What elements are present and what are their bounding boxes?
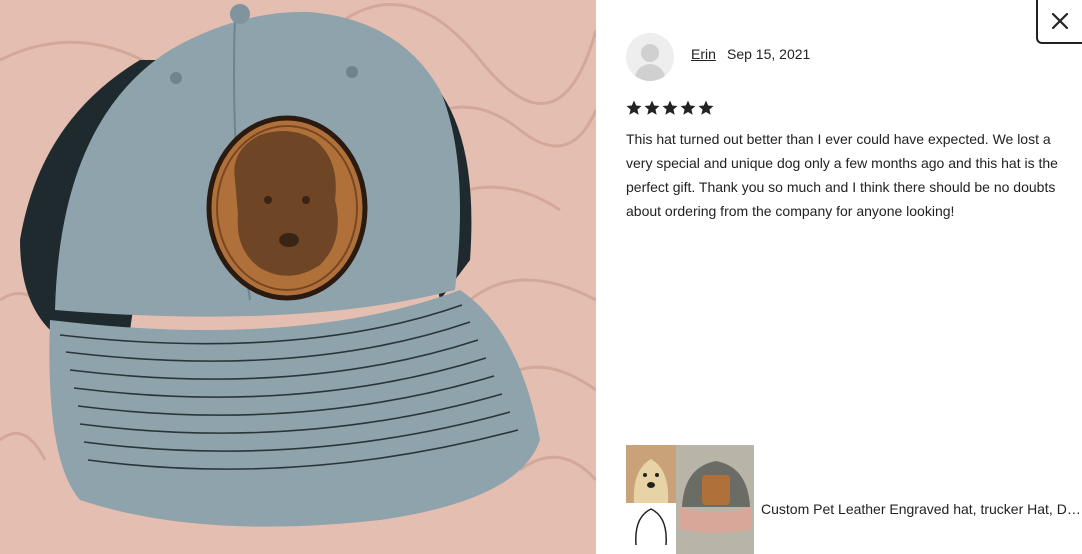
listing-link[interactable]: Custom Pet Leather Engraved hat, trucker… <box>626 445 1082 554</box>
review-text: This hat turned out better than I ever c… <box>626 131 1058 219</box>
hat-photo-illustration <box>0 0 596 554</box>
star-icon <box>644 100 660 115</box>
avatar-silhouette-icon <box>626 33 674 81</box>
star-icon <box>698 100 714 115</box>
star-icon <box>680 100 696 115</box>
star-icon <box>626 100 642 115</box>
listing-thumbnail-image <box>626 445 754 554</box>
review-date: Sep 15, 2021 <box>727 46 811 62</box>
star-icon <box>662 100 678 115</box>
star-rating <box>625 98 715 118</box>
reviewer-name-link[interactable]: Erin <box>691 46 716 62</box>
close-icon <box>1051 12 1069 30</box>
avatar <box>626 33 674 81</box>
listing-title: Custom Pet Leather Engraved hat, trucker… <box>761 501 1082 517</box>
listing-thumbnail <box>626 445 754 554</box>
review-panel: Erin Sep 15, 2021 This hat turned out be… <box>596 0 1082 554</box>
review-photo <box>0 0 596 554</box>
close-button[interactable] <box>1036 0 1082 44</box>
